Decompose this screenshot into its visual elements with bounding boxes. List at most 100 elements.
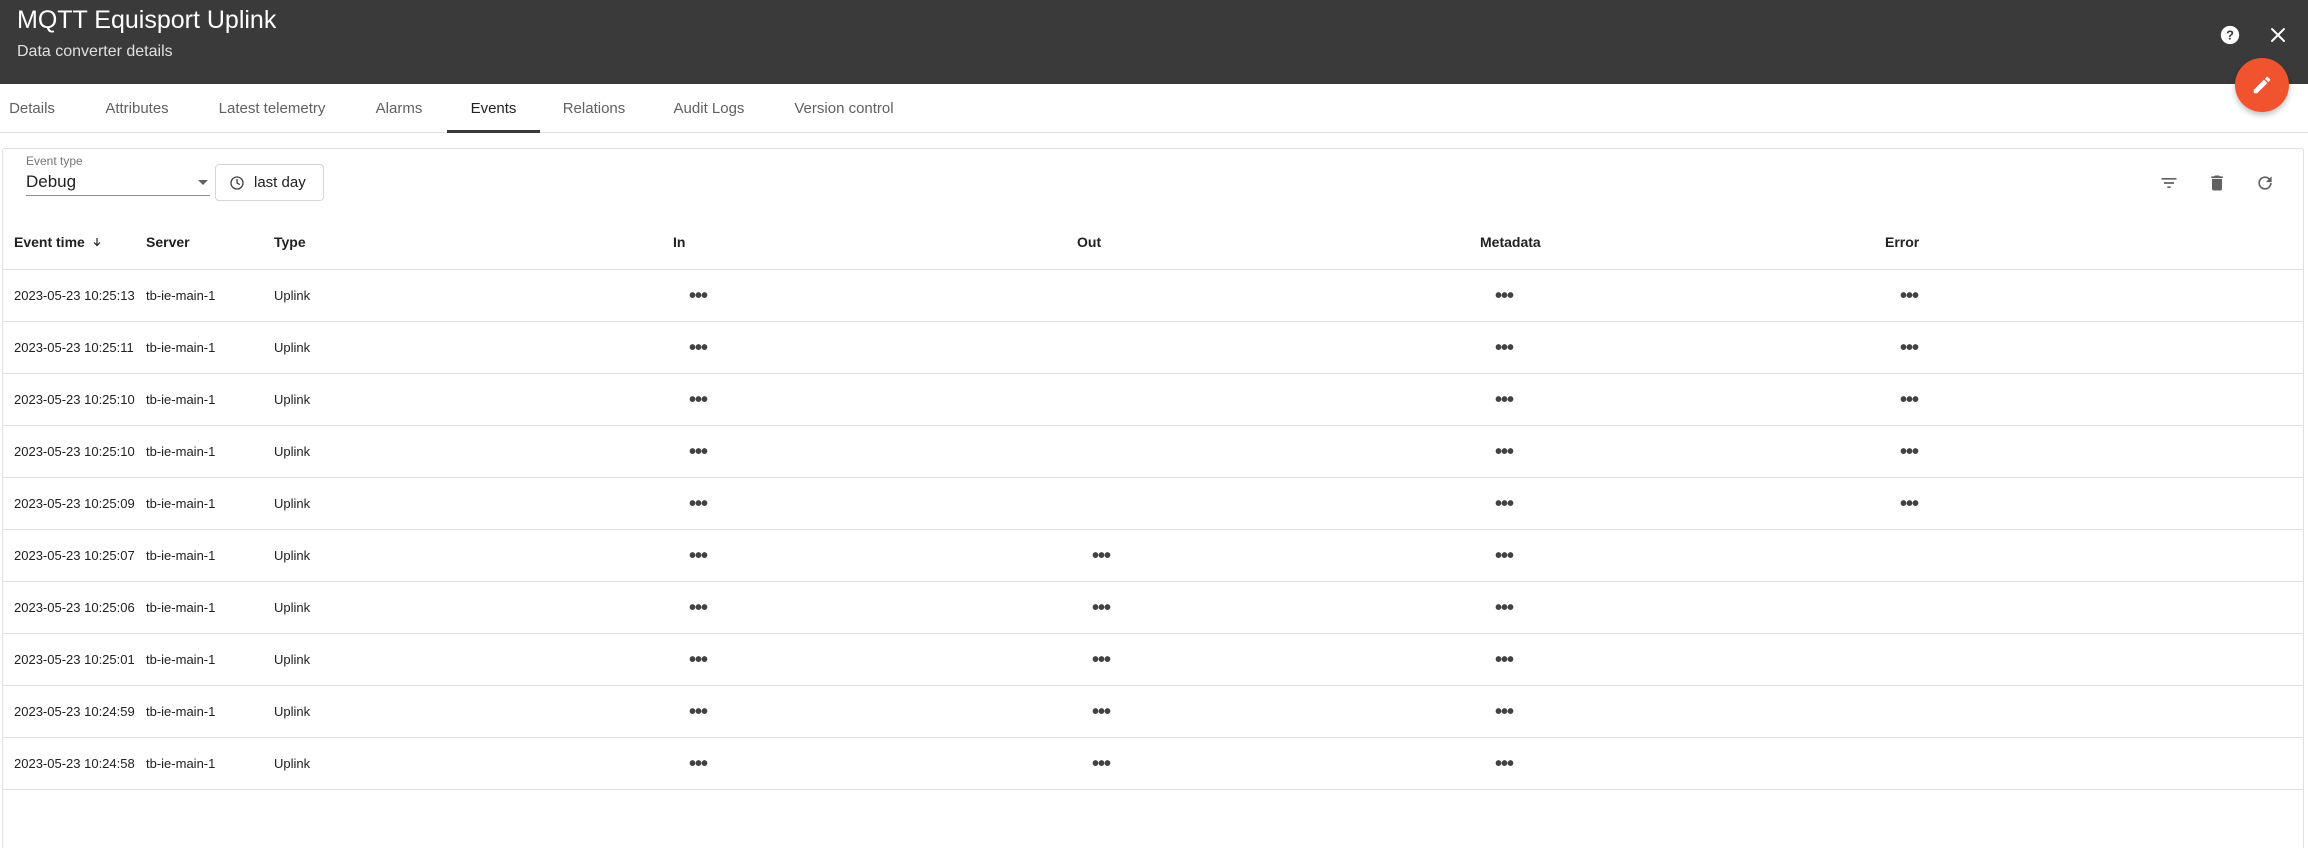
event-time-cell: 2023-05-23 10:25:06 bbox=[14, 600, 135, 615]
more-horiz-icon: ••• bbox=[1494, 597, 1514, 619]
table-row: 2023-05-23 10:25:06 tb-ie-main-1 Uplink •••… bbox=[3, 582, 2303, 634]
in-details-button[interactable]: ••• bbox=[685, 647, 711, 673]
more-horiz-icon: ••• bbox=[1091, 649, 1111, 671]
column-header-event-time[interactable]: Event time bbox=[14, 232, 103, 252]
tab-alarms[interactable]: Alarms bbox=[361, 84, 437, 133]
column-label: Event time bbox=[14, 234, 85, 250]
out-details-button[interactable]: ••• bbox=[1088, 595, 1114, 621]
type-cell: Uplink bbox=[274, 548, 311, 563]
more-horiz-icon: ••• bbox=[688, 285, 708, 307]
event-time-cell: 2023-05-23 10:24:58 bbox=[14, 756, 135, 771]
error-details-button[interactable]: ••• bbox=[1896, 491, 1922, 517]
type-cell: Uplink bbox=[274, 496, 311, 511]
in-details-button[interactable]: ••• bbox=[685, 699, 711, 725]
type-cell: Uplink bbox=[274, 392, 311, 407]
server-cell: tb-ie-main-1 bbox=[146, 444, 216, 459]
delete-icon bbox=[2211, 175, 2223, 191]
metadata-details-button[interactable]: ••• bbox=[1491, 543, 1517, 569]
event-time-cell: 2023-05-23 10:25:13 bbox=[14, 288, 135, 303]
event-time-cell: 2023-05-23 10:25:01 bbox=[14, 652, 135, 667]
server-cell: tb-ie-main-1 bbox=[146, 600, 216, 615]
more-horiz-icon: ••• bbox=[1494, 285, 1514, 307]
in-details-button[interactable]: ••• bbox=[685, 491, 711, 517]
close-icon bbox=[2271, 28, 2285, 42]
error-details-button[interactable]: ••• bbox=[1896, 283, 1922, 309]
more-horiz-icon: ••• bbox=[688, 597, 708, 619]
more-horiz-icon: ••• bbox=[1494, 545, 1514, 567]
more-horiz-icon: ••• bbox=[1494, 649, 1514, 671]
more-horiz-icon: ••• bbox=[688, 389, 708, 411]
event-time-cell: 2023-05-23 10:25:10 bbox=[14, 444, 135, 459]
delete-button[interactable] bbox=[2202, 168, 2232, 198]
more-horiz-icon: ••• bbox=[1091, 753, 1111, 775]
tab-version-control[interactable]: Version control bbox=[783, 84, 905, 133]
event-time-cell: 2023-05-23 10:25:07 bbox=[14, 548, 135, 563]
tab-details[interactable]: Details bbox=[0, 84, 64, 133]
help-circle-icon: ? bbox=[2220, 25, 2240, 45]
in-details-button[interactable]: ••• bbox=[685, 751, 711, 777]
in-details-button[interactable]: ••• bbox=[685, 283, 711, 309]
more-horiz-icon: ••• bbox=[1091, 597, 1111, 619]
clock-icon bbox=[230, 175, 244, 190]
tab-latest-telemetry[interactable]: Latest telemetry bbox=[208, 84, 336, 133]
error-details-button[interactable]: ••• bbox=[1896, 439, 1922, 465]
metadata-details-button[interactable]: ••• bbox=[1491, 595, 1517, 621]
table-row: 2023-05-23 10:24:59 tb-ie-main-1 Uplink •••… bbox=[3, 686, 2303, 738]
in-details-button[interactable]: ••• bbox=[685, 439, 711, 465]
server-cell: tb-ie-main-1 bbox=[146, 652, 216, 667]
type-cell: Uplink bbox=[274, 600, 311, 615]
column-header-out: Out bbox=[1077, 234, 1102, 250]
type-cell: Uplink bbox=[274, 288, 311, 303]
event-type-value: Debug bbox=[26, 172, 77, 191]
table-row: 2023-05-23 10:25:11 tb-ie-main-1 Uplink •••… bbox=[3, 322, 2303, 374]
table-row: 2023-05-23 10:25:01 tb-ie-main-1 Uplink •••… bbox=[3, 634, 2303, 686]
in-details-button[interactable]: ••• bbox=[685, 335, 711, 361]
event-type-select[interactable]: Event type Debug bbox=[26, 154, 210, 196]
in-details-button[interactable]: ••• bbox=[685, 387, 711, 413]
out-details-button[interactable]: ••• bbox=[1088, 543, 1114, 569]
event-type-label: Event type bbox=[26, 154, 83, 168]
help-button[interactable]: ? bbox=[2215, 20, 2245, 50]
out-details-button[interactable]: ••• bbox=[1088, 647, 1114, 673]
error-details-button[interactable]: ••• bbox=[1896, 387, 1922, 413]
server-cell: tb-ie-main-1 bbox=[146, 392, 216, 407]
tab-audit-logs[interactable]: Audit Logs bbox=[660, 84, 758, 133]
tab-attributes[interactable]: Attributes bbox=[91, 84, 183, 133]
in-details-button[interactable]: ••• bbox=[685, 595, 711, 621]
metadata-details-button[interactable]: ••• bbox=[1491, 491, 1517, 517]
more-horiz-icon: ••• bbox=[1899, 441, 1919, 463]
server-cell: tb-ie-main-1 bbox=[146, 496, 216, 511]
in-details-button[interactable]: ••• bbox=[685, 543, 711, 569]
metadata-details-button[interactable]: ••• bbox=[1491, 699, 1517, 725]
column-header-in: In bbox=[673, 234, 686, 250]
arrow-down-icon bbox=[93, 238, 101, 247]
filter-button[interactable] bbox=[2154, 168, 2184, 198]
out-details-button[interactable]: ••• bbox=[1088, 751, 1114, 777]
time-window-button[interactable]: last day bbox=[215, 164, 324, 201]
column-header-type: Type bbox=[274, 234, 306, 250]
more-horiz-icon: ••• bbox=[1494, 701, 1514, 723]
metadata-details-button[interactable]: ••• bbox=[1491, 439, 1517, 465]
close-button[interactable] bbox=[2263, 20, 2293, 50]
tab-relations[interactable]: Relations bbox=[553, 84, 635, 133]
select-underline bbox=[26, 195, 210, 196]
svg-text:?: ? bbox=[2226, 28, 2234, 43]
table-row: 2023-05-23 10:25:07 tb-ie-main-1 Uplink •••… bbox=[3, 530, 2303, 582]
metadata-details-button[interactable]: ••• bbox=[1491, 751, 1517, 777]
metadata-details-button[interactable]: ••• bbox=[1491, 335, 1517, 361]
metadata-details-button[interactable]: ••• bbox=[1491, 647, 1517, 673]
error-details-button[interactable]: ••• bbox=[1896, 335, 1922, 361]
table-row: 2023-05-23 10:24:58 tb-ie-main-1 Uplink •••… bbox=[3, 738, 2303, 790]
table-row: 2023-05-23 10:25:10 tb-ie-main-1 Uplink •••… bbox=[3, 374, 2303, 426]
type-cell: Uplink bbox=[274, 756, 311, 771]
row-divider bbox=[3, 789, 2303, 790]
more-horiz-icon: ••• bbox=[1494, 493, 1514, 515]
more-horiz-icon: ••• bbox=[688, 337, 708, 359]
metadata-details-button[interactable]: ••• bbox=[1491, 387, 1517, 413]
tab-events[interactable]: Events bbox=[447, 84, 540, 133]
tab-bar: Details Attributes Latest telemetry Alar… bbox=[0, 84, 2308, 133]
metadata-details-button[interactable]: ••• bbox=[1491, 283, 1517, 309]
refresh-button[interactable] bbox=[2250, 168, 2280, 198]
column-header-metadata: Metadata bbox=[1480, 234, 1541, 250]
out-details-button[interactable]: ••• bbox=[1088, 699, 1114, 725]
